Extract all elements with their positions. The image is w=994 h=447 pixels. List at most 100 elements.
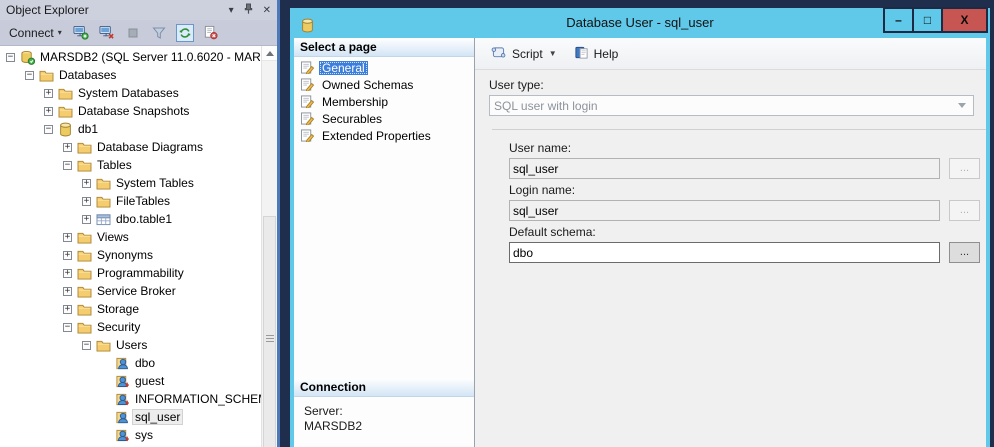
page-list: GeneralOwned SchemasMembershipSecurables…	[294, 57, 474, 144]
tree-item-views[interactable]: +Views	[0, 228, 264, 246]
connect-server-icon[interactable]	[71, 23, 91, 43]
disconnect-icon[interactable]	[97, 23, 117, 43]
collapse-icon[interactable]: −	[82, 341, 91, 350]
tree-item-tables[interactable]: − Tables	[0, 156, 264, 174]
tree-item-database-snapshots[interactable]: +Database Snapshots	[0, 102, 264, 120]
screen: Object Explorer ▾ ✕ Connect ▾ −MARSDB2 (…	[0, 0, 994, 447]
user-name-browse-button[interactable]: ...	[949, 158, 980, 179]
collapse-icon[interactable]: −	[25, 71, 34, 80]
expand-icon[interactable]: +	[63, 251, 72, 260]
connect-button[interactable]: Connect ▾	[6, 24, 65, 42]
tree-item-filetables[interactable]: +FileTables	[0, 192, 264, 210]
user-type-select[interactable]: SQL user with login	[489, 95, 974, 116]
collapse-icon[interactable]: −	[6, 53, 15, 62]
user-type-value: SQL user with login	[494, 99, 598, 113]
dialog-sidebar: Select a page GeneralOwned SchemasMember…	[294, 38, 474, 447]
folder-icon	[95, 194, 111, 209]
tree-item-label: Security	[95, 320, 142, 334]
tree-item-database-diagrams[interactable]: +Database Diagrams	[0, 138, 264, 156]
page-item-owned-schemas[interactable]: Owned Schemas	[294, 76, 474, 93]
tree-item-db1[interactable]: −db1	[0, 120, 264, 138]
object-explorer-toolbar: Connect ▾	[0, 20, 277, 46]
folder-icon	[76, 284, 92, 299]
expand-icon[interactable]: +	[63, 143, 72, 152]
tree-item-label: Service Broker	[95, 284, 178, 298]
page-item-membership[interactable]: Membership	[294, 93, 474, 110]
tree-item-label: MARSDB2 (SQL Server 11.0.6020 - MARSD	[38, 50, 264, 64]
script-dropdown-button[interactable]: ▼	[548, 46, 563, 61]
minimize-button[interactable]: –	[883, 7, 914, 33]
tree-item-sys[interactable]: sys	[0, 426, 264, 444]
page-item-general[interactable]: General	[294, 59, 474, 76]
script-button[interactable]: Script	[485, 43, 548, 65]
tree-item-synonyms[interactable]: +Synonyms	[0, 246, 264, 264]
tree-item-label: System Databases	[76, 86, 181, 100]
close-panel-icon[interactable]: ✕	[263, 5, 271, 16]
tree-scrollbar[interactable]	[261, 46, 277, 447]
tree-item-service-broker[interactable]: + Service Broker	[0, 282, 264, 300]
folder-icon	[76, 320, 92, 335]
expand-icon[interactable]: +	[82, 215, 91, 224]
expand-icon[interactable]: +	[63, 287, 72, 296]
filter-icon[interactable]	[149, 23, 169, 43]
tree-item-storage[interactable]: +Storage	[0, 300, 264, 318]
stop-icon[interactable]	[123, 23, 143, 43]
expand-icon[interactable]: +	[63, 233, 72, 242]
tree-item-guest[interactable]: guest	[0, 372, 264, 390]
help-button[interactable]: Help	[569, 42, 624, 66]
tree-item-dbo[interactable]: dbo	[0, 354, 264, 372]
page-item-securables[interactable]: Securables	[294, 110, 474, 127]
dialog-title: Database User - sql_user	[566, 15, 713, 30]
server-value: MARSDB2	[304, 419, 474, 434]
tree-item-label: INFORMATION_SCHEMA	[133, 392, 264, 406]
expand-icon[interactable]: +	[82, 197, 91, 206]
close-button[interactable]: X	[941, 7, 988, 33]
user-name-input[interactable]	[509, 158, 940, 179]
folder-icon	[76, 266, 92, 281]
tree-item-users[interactable]: −Users	[0, 336, 264, 354]
default-schema-label: Default schema:	[509, 225, 986, 239]
tree-item-label: sys	[133, 428, 155, 442]
pin-icon[interactable]	[243, 3, 254, 18]
expand-icon[interactable]: +	[63, 305, 72, 314]
tree-item-system-tables[interactable]: +System Tables	[0, 174, 264, 192]
tree-item-marsdb2-sql-server-11-0-6020-mar[interactable]: − MARSDB2 (SQL Server 11.0.6020 - MARSD	[0, 48, 264, 66]
expand-icon[interactable]: +	[44, 107, 53, 116]
expand-icon[interactable]: +	[63, 269, 72, 278]
tree-item-system-databases[interactable]: + System Databases	[0, 84, 264, 102]
window-position-icon[interactable]: ▾	[229, 5, 234, 16]
general-page-form: User type: SQL user with login User name…	[475, 70, 986, 277]
dialog-content: Script ▼ Help User type: SQL user with l…	[474, 38, 986, 447]
user-name-label: User name:	[509, 141, 986, 155]
expand-icon[interactable]: +	[44, 89, 53, 98]
tree-item-security[interactable]: − Security	[0, 318, 264, 336]
tree-item-databases[interactable]: −Databases	[0, 66, 264, 84]
chevron-down-icon	[958, 103, 966, 108]
tree-item-programmability[interactable]: +Programmability	[0, 264, 264, 282]
page-item-extended-properties[interactable]: Extended Properties	[294, 127, 474, 144]
expand-icon[interactable]: +	[82, 179, 91, 188]
scrollbar-thumb[interactable]	[263, 216, 276, 447]
collapse-icon[interactable]: −	[44, 125, 53, 134]
server-label: Server:	[304, 404, 474, 419]
tree-item-label: guest	[133, 374, 166, 388]
tree-item-sql-user[interactable]: sql_user	[0, 408, 264, 426]
default-schema-input[interactable]	[509, 242, 940, 263]
default-schema-browse-button[interactable]: ...	[949, 242, 980, 263]
refresh-icon[interactable]	[175, 23, 195, 43]
error-log-icon[interactable]	[201, 23, 221, 43]
login-name-browse-button[interactable]: ...	[949, 200, 980, 221]
tree-item-information-schema[interactable]: INFORMATION_SCHEMA	[0, 390, 264, 408]
maximize-button[interactable]: □	[912, 7, 943, 33]
tree-item-dbo-table1[interactable]: +dbo.table1	[0, 210, 264, 228]
page-icon	[299, 112, 316, 125]
tree-item-label: Tables	[95, 158, 134, 172]
collapse-icon[interactable]: −	[63, 161, 72, 170]
user-disabled-icon	[114, 428, 130, 443]
folder-icon	[57, 104, 73, 119]
login-name-input[interactable]	[509, 200, 940, 221]
scroll-up-button[interactable]	[262, 46, 277, 61]
tree-item-label: sql_user	[133, 410, 182, 424]
collapse-icon[interactable]: −	[63, 323, 72, 332]
dialog-titlebar[interactable]: Database User - sql_user – □ X	[294, 8, 986, 38]
